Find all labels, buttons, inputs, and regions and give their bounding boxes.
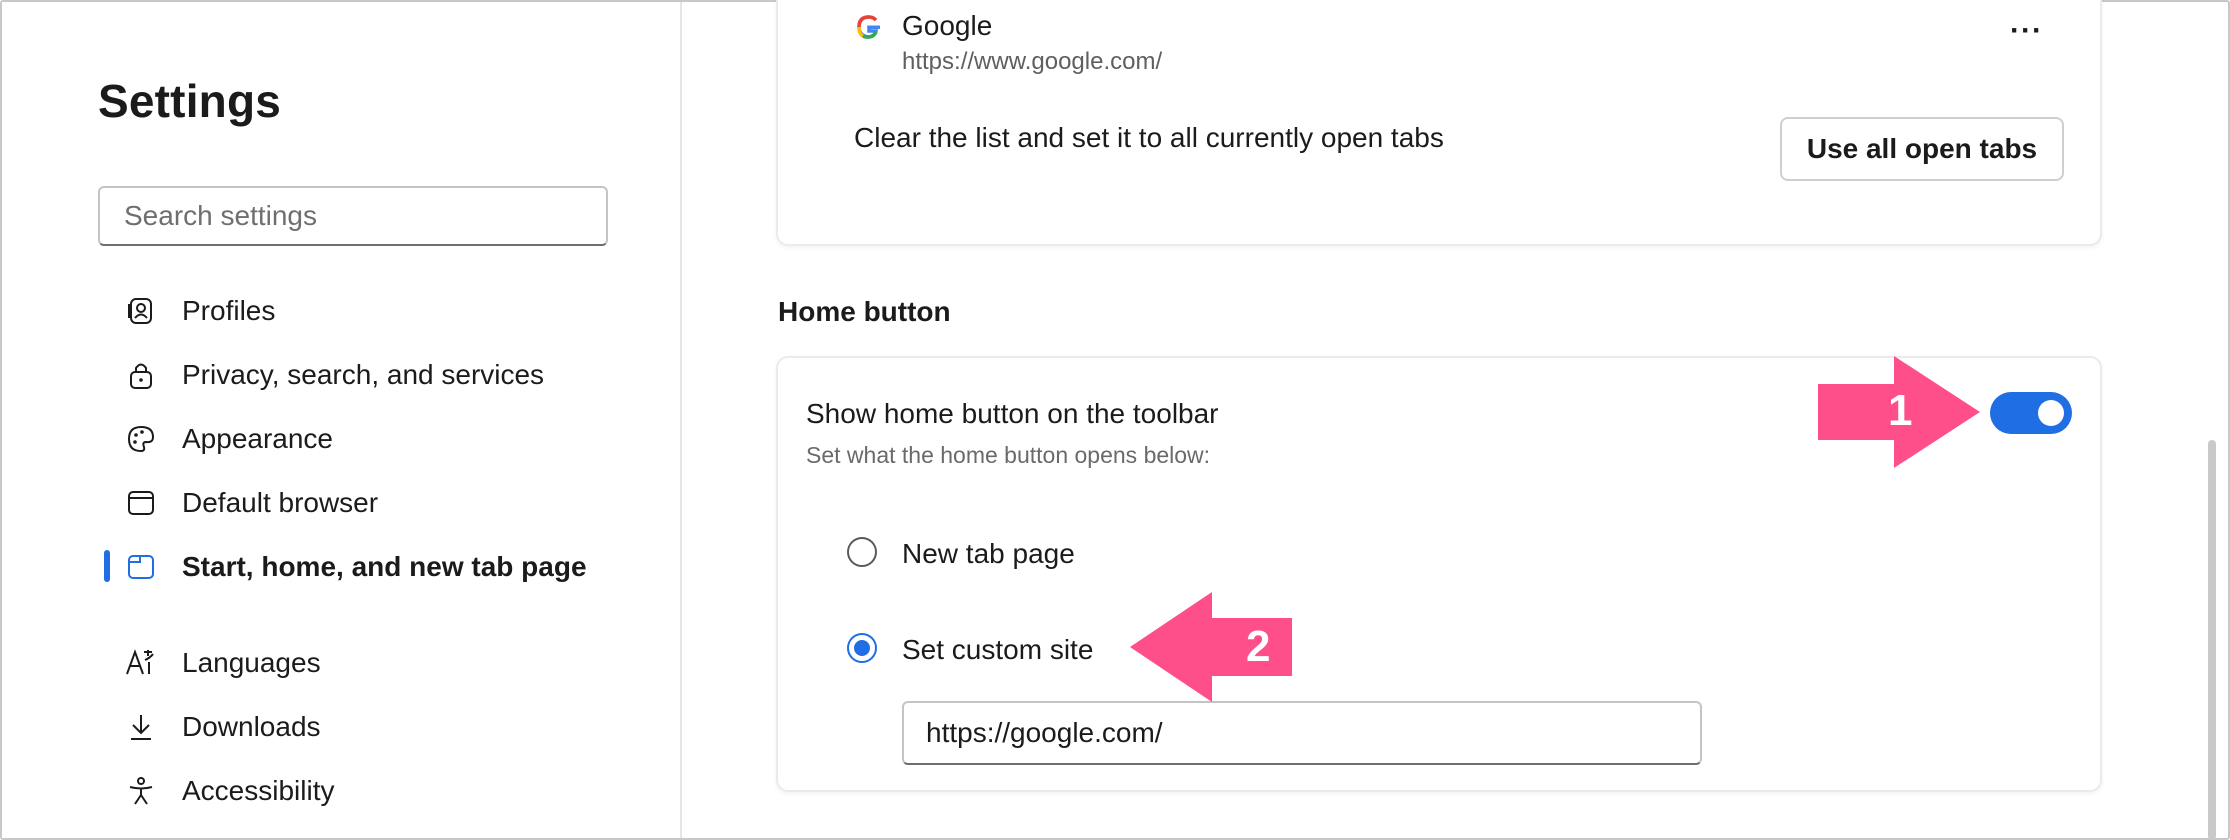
sidebar-item-default-browser[interactable]: Default browser: [124, 478, 378, 528]
sidebar-item-label: Start, home, and new tab page: [182, 551, 587, 582]
annotation-label-2: 2: [1246, 622, 1271, 671]
sidebar-item-label: Downloads: [182, 711, 321, 742]
site-name: Google: [902, 10, 993, 41]
profile-icon: [124, 294, 158, 328]
search-box[interactable]: [98, 186, 608, 246]
languages-icon: [124, 646, 158, 680]
sidebar: Settings Profiles Privacy, search, and s…: [2, 2, 682, 838]
site-url: https://www.google.com/: [902, 48, 1163, 75]
sidebar-item-accessibility[interactable]: Accessibility: [124, 766, 334, 816]
annotation-label-1: 1: [1888, 386, 1913, 435]
sidebar-item-start-home-new-tab[interactable]: Start, home, and new tab page: [124, 542, 587, 592]
home-button-toggle[interactable]: [1990, 392, 2072, 434]
radio-selected-dot: [854, 640, 870, 656]
browser-icon: [124, 486, 158, 520]
custom-url-box[interactable]: [902, 701, 1702, 765]
clear-list-text: Clear the list and set it to all current…: [854, 122, 1444, 153]
search-input[interactable]: [100, 188, 606, 244]
custom-url-input[interactable]: [904, 703, 1700, 763]
sidebar-item-profiles[interactable]: Profiles: [124, 286, 275, 336]
sidebar-item-label: Languages: [182, 647, 321, 678]
show-home-button-label: Show home button on the toolbar: [806, 398, 1219, 429]
radio-label-set-custom-site: Set custom site: [902, 634, 1094, 665]
sidebar-item-privacy[interactable]: Privacy, search, and services: [124, 350, 544, 400]
radio-label-new-tab-page: New tab page: [902, 538, 1075, 569]
sidebar-item-downloads[interactable]: Downloads: [124, 702, 321, 752]
palette-icon: [124, 422, 158, 456]
sidebar-item-languages[interactable]: Languages: [124, 638, 321, 688]
accessibility-icon: [124, 774, 158, 808]
section-title-home-button: Home button: [778, 296, 951, 327]
toggle-knob: [2038, 400, 2064, 426]
use-all-open-tabs-button[interactable]: Use all open tabs: [1780, 117, 2064, 181]
scrollbar-thumb[interactable]: [2208, 440, 2216, 840]
sidebar-item-label: Appearance: [182, 423, 334, 454]
more-options-button[interactable]: ···: [2010, 14, 2043, 48]
active-indicator: [104, 550, 110, 582]
sidebar-item-label: Profiles: [182, 295, 276, 326]
lock-icon: [124, 358, 158, 392]
radio-new-tab-page[interactable]: [847, 537, 877, 567]
sidebar-item-label: Privacy, search, and services: [182, 359, 545, 390]
show-home-button-sublabel: Set what the home button opens below:: [806, 442, 1211, 468]
radio-set-custom-site[interactable]: [847, 633, 877, 663]
download-icon: [124, 710, 158, 744]
sidebar-item-label: Accessibility: [182, 775, 335, 806]
google-icon: [854, 12, 884, 47]
sidebar-item-appearance[interactable]: Appearance: [124, 414, 333, 464]
page-title: Settings: [98, 75, 282, 127]
start-page-icon: [124, 550, 158, 584]
sidebar-item-label: Default browser: [182, 487, 379, 518]
